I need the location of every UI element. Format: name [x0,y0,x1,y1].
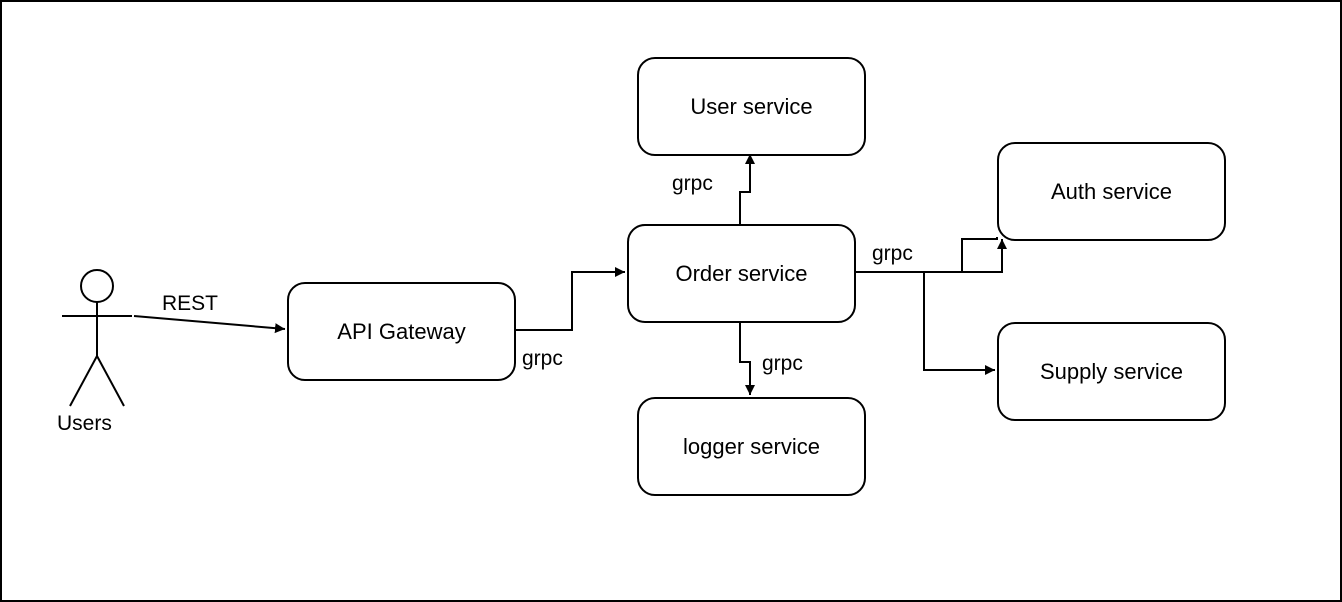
edge-gateway-order [514,272,625,330]
node-auth-service-label: Auth service [1051,179,1172,205]
edge-label-grpc-auth: grpc [872,242,913,266]
node-auth-service: Auth service [997,142,1226,241]
edge-order-logger [740,321,750,395]
edge-label-grpc-gateway: grpc [522,347,563,371]
edge-label-grpc-logger: grpc [762,352,803,376]
node-logger-service-label: logger service [683,434,820,460]
node-supply-service: Supply service [997,322,1226,421]
edge-order-user [740,154,750,224]
node-api-gateway: API Gateway [287,282,516,381]
edge-order-supply [924,272,995,370]
diagram-frame: Users API Gateway Order service User ser… [0,0,1342,602]
node-logger-service: logger service [637,397,866,496]
actor-users [52,266,142,431]
node-user-service: User service [637,57,866,156]
node-supply-service-label: Supply service [1040,359,1183,385]
node-user-service-label: User service [690,94,812,120]
actor-users-label: Users [57,412,112,436]
edge-users-gateway [134,316,285,329]
node-api-gateway-label: API Gateway [337,319,465,345]
node-order-service: Order service [627,224,856,323]
node-order-service-label: Order service [675,261,807,287]
edge-label-grpc-user: grpc [672,172,713,196]
edge-label-rest: REST [162,292,218,316]
